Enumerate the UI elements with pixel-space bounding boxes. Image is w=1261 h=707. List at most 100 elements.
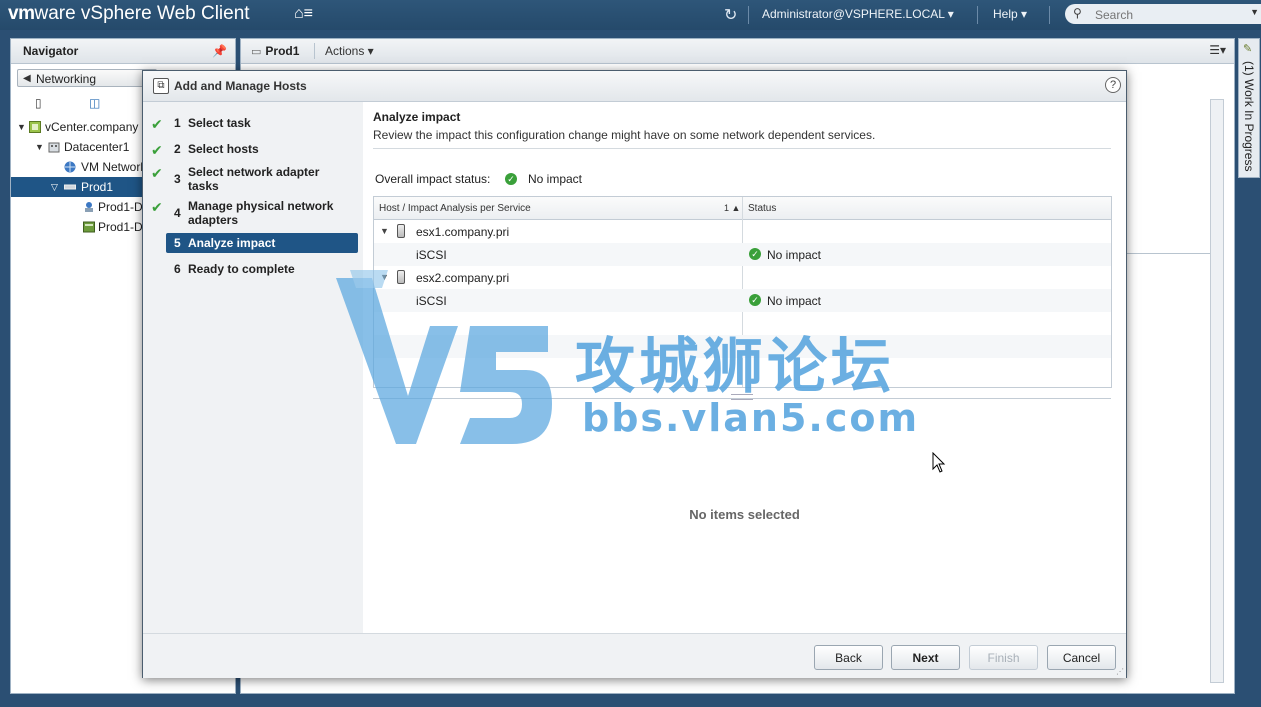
tree-item-label: Datacenter1 (64, 140, 130, 154)
navigator-back-button[interactable]: ◀ Networking (17, 69, 157, 87)
search-input[interactable] (1093, 6, 1247, 23)
title-divider (373, 148, 1111, 149)
table-row[interactable]: ▼ esx1.company.pri (374, 220, 1111, 243)
overall-impact-label: Overall impact status: (375, 172, 491, 186)
step-number: 1 (174, 116, 181, 130)
step-number: 4 (174, 206, 181, 220)
step-select-task[interactable]: ✔ 1 Select task (143, 116, 363, 132)
search-dropdown-icon[interactable]: ▼ (1250, 7, 1259, 17)
refresh-icon[interactable]: ↻ (724, 5, 737, 25)
global-search[interactable]: ⚲ ▼ (1065, 4, 1261, 24)
tree-item-label: Prod1-D (98, 200, 143, 214)
navigator-header: Navigator 📌 (11, 39, 235, 64)
cancel-button[interactable]: Cancel (1047, 645, 1116, 670)
step-number: 2 (174, 142, 181, 156)
main-header: ▭ Prod1 Actions ▾ ☰▾ (241, 39, 1234, 64)
actions-menu[interactable]: Actions ▾ (325, 39, 374, 63)
page-description: Review the impact this configuration cha… (373, 128, 876, 142)
no-items-message: No items selected (689, 507, 800, 522)
tree-item-label: VM Network (81, 160, 147, 174)
dialog-header: ⧉ Add and Manage Hosts ? (143, 71, 1126, 102)
hosts-clusters-tab-icon[interactable]: ▯ (35, 96, 49, 110)
step-label: Select network adapter tasks (188, 165, 320, 193)
topbar-divider (977, 6, 978, 24)
check-icon: ✔ (151, 199, 163, 215)
resize-grip-icon[interactable]: ⋰ (1116, 667, 1124, 676)
ok-status-icon: ✓ (749, 294, 761, 306)
help-icon[interactable]: ? (1105, 77, 1121, 93)
page-title: Analyze impact (373, 110, 461, 124)
next-button[interactable]: Next (891, 645, 960, 670)
host-icon (397, 224, 405, 238)
step-label: Select hosts (188, 142, 259, 156)
portgroup-icon (85, 202, 93, 212)
work-in-progress-panel[interactable]: ✎ (1) Work In Progress (1238, 38, 1260, 178)
dvswitch-icon: ▭ (251, 46, 262, 58)
networking-tab-icon[interactable]: ◫ (89, 96, 103, 110)
table-row[interactable]: iSCSI ✓ No impact (374, 243, 1111, 266)
step-manage-physical-adapters[interactable]: ✔ 4 Manage physical network adapters (143, 199, 363, 227)
step-select-hosts[interactable]: ✔ 2 Select hosts (143, 142, 363, 158)
uplink-icon (83, 221, 95, 233)
check-icon: ✔ (151, 165, 163, 181)
pin-icon[interactable]: 📌 (212, 39, 227, 63)
brand-vm: vm (8, 3, 35, 24)
finish-button: Finish (969, 645, 1038, 670)
service-status: No impact (767, 248, 822, 262)
check-icon: ✔ (151, 116, 163, 132)
collapse-icon[interactable]: ▼ (17, 117, 26, 137)
help-menu[interactable]: Help ▾ (993, 7, 1027, 21)
step-label: Ready to complete (188, 262, 295, 276)
watermark-chinese-text: 攻城狮论坛 (575, 333, 895, 400)
header-divider (314, 43, 315, 59)
column-header-status[interactable]: Status (748, 203, 776, 214)
step-number: 6 (174, 262, 181, 276)
content-divider (1127, 253, 1223, 254)
column-header-host[interactable]: Host / Impact Analysis per Service (379, 203, 531, 214)
search-icon: ⚲ (1073, 6, 1082, 20)
back-button[interactable]: Back (814, 645, 883, 670)
back-arrow-icon: ◀ (23, 73, 31, 84)
tree-item-label: Prod1-D (98, 220, 143, 234)
overall-impact-value: No impact (528, 172, 583, 186)
ok-status-icon: ✓ (505, 173, 517, 185)
step-label: Analyze impact (188, 236, 276, 250)
home-icon[interactable]: ⌂≡ (294, 5, 313, 23)
step-label: Select task (188, 116, 251, 130)
brand-product: vSphere Web Client (75, 3, 250, 24)
object-title-text: Prod1 (265, 44, 300, 58)
overall-impact-status: Overall impact status: ✓ No impact (375, 172, 582, 186)
step-label: Manage physical network adapters (188, 199, 334, 227)
tree-item-label: vCenter.company (45, 120, 139, 134)
tree-item-label: Prod1 (81, 180, 114, 194)
work-in-progress-icon: ✎ (1243, 43, 1253, 55)
collapse-icon[interactable]: ▽ (51, 177, 58, 197)
step-number: 5 (174, 236, 181, 250)
app-brand: vmware vSphere Web Client (8, 3, 250, 25)
object-title: ▭ Prod1 (251, 39, 299, 64)
network-icon (64, 161, 76, 173)
wizard-icon: ⧉ (153, 78, 169, 94)
datacenter-icon (48, 142, 60, 153)
step-analyze-impact[interactable]: 5 Analyze impact (166, 233, 358, 253)
panel-menu-icon[interactable]: ☰▾ (1209, 43, 1226, 57)
dvswitch-icon (64, 184, 76, 190)
check-icon: ✔ (151, 142, 163, 158)
navigator-title: Navigator (23, 44, 79, 58)
topbar-divider (748, 6, 749, 24)
sort-ascending-icon[interactable]: 1 ▲ (724, 203, 740, 213)
service-status: No impact (767, 294, 822, 308)
step-number: 3 (174, 172, 181, 186)
service-label: iSCSI (416, 248, 447, 262)
collapse-icon[interactable]: ▼ (380, 226, 389, 236)
dialog-title: Add and Manage Hosts (174, 79, 307, 93)
ok-status-icon: ✓ (749, 248, 761, 260)
collapse-icon[interactable]: ▼ (35, 137, 44, 157)
watermark-logo (336, 270, 552, 444)
user-menu[interactable]: Administrator@VSPHERE.LOCAL ▾ (762, 7, 954, 21)
top-bar: vmware vSphere Web Client ⌂≡ ↻ Administr… (0, 0, 1261, 30)
step-select-adapter-tasks[interactable]: ✔ 3 Select network adapter tasks (143, 165, 363, 193)
mouse-cursor-icon (932, 452, 946, 473)
vertical-scrollbar[interactable] (1210, 99, 1224, 683)
brand-ware: ware (34, 3, 76, 24)
